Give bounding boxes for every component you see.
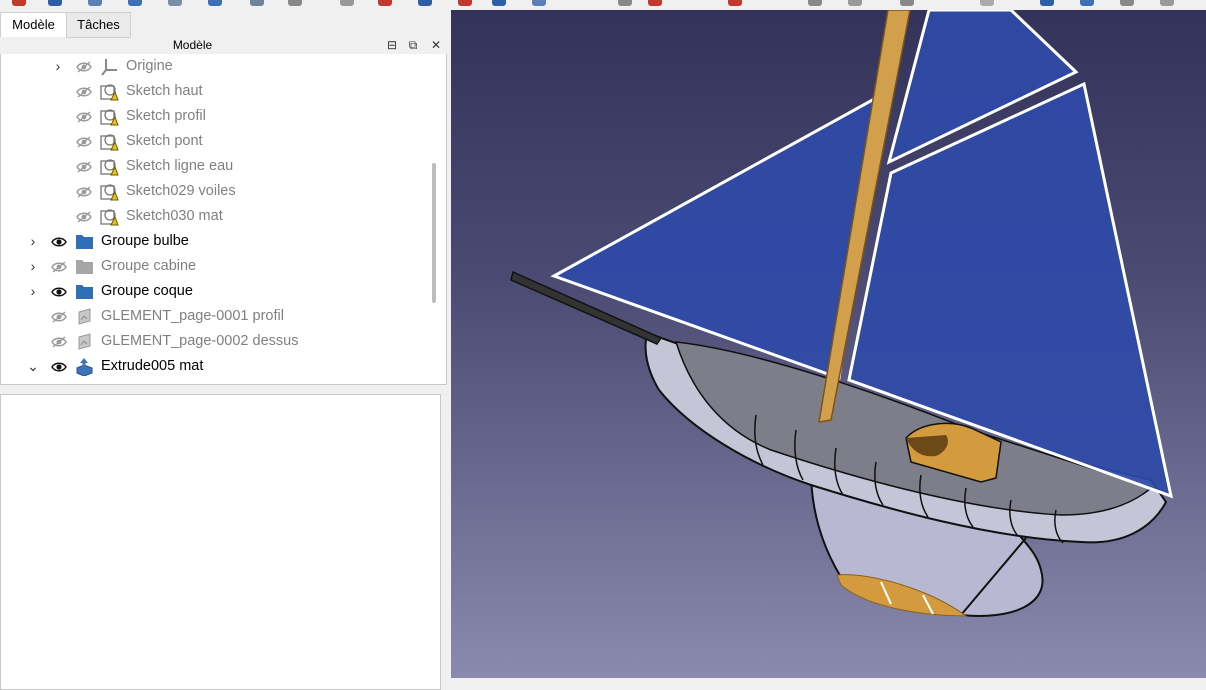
folder-icon xyxy=(75,232,94,251)
property-panel xyxy=(0,394,441,690)
tree-item[interactable]: Sketch ligne eau xyxy=(1,154,431,179)
sketch-icon xyxy=(100,157,119,176)
toolbar-button[interactable] xyxy=(418,0,432,6)
sketch-icon xyxy=(100,207,119,226)
collapse-chevron-icon[interactable]: ⌄ xyxy=(26,354,40,379)
toolbar-button[interactable] xyxy=(980,0,994,6)
tree-item[interactable]: Sketch029 voiles xyxy=(1,179,431,204)
toolbar-button[interactable] xyxy=(1120,0,1134,6)
toolbar-button[interactable] xyxy=(532,0,546,6)
hidden-eye-icon[interactable] xyxy=(51,335,67,348)
toolbar-button[interactable] xyxy=(728,0,742,6)
tree-item[interactable]: › Groupe cabine xyxy=(1,254,431,279)
tree-panel-header: Modèle ⊟ ⧉ ✕ xyxy=(0,36,445,54)
extrude-icon xyxy=(75,357,94,377)
hidden-eye-icon[interactable] xyxy=(76,85,92,98)
sailboat-model xyxy=(510,8,1174,617)
hidden-eye-icon[interactable] xyxy=(51,260,67,273)
folder-icon xyxy=(75,282,94,301)
tree-item[interactable]: › Groupe bulbe xyxy=(1,229,431,254)
tree-item-label: Sketch030 mat xyxy=(126,208,223,224)
toolbar-button[interactable] xyxy=(48,0,62,6)
3d-viewport[interactable] xyxy=(451,8,1206,678)
toolbar-button[interactable] xyxy=(492,0,506,6)
toolbar-button[interactable] xyxy=(848,0,862,6)
tree-item-label: Groupe coque xyxy=(101,283,193,299)
toolbar-button[interactable] xyxy=(168,0,182,6)
sketch-icon xyxy=(100,132,119,151)
tab-tasks[interactable]: Tâches xyxy=(66,12,131,38)
visibility-eye-icon[interactable] xyxy=(51,285,67,297)
restore-panel-button[interactable]: ⧉ xyxy=(404,36,422,54)
tree-item[interactable]: Sketch profil xyxy=(1,104,431,129)
toolbar-button[interactable] xyxy=(128,0,142,6)
toolbar-button[interactable] xyxy=(288,0,302,6)
tree-item-label: GLEMENT_page-0002 dessus xyxy=(101,333,299,349)
expand-chevron-icon[interactable]: › xyxy=(51,54,65,79)
toolbar-button[interactable] xyxy=(648,0,662,6)
toolbar-strip xyxy=(0,0,1206,10)
float-panel-button[interactable]: ⊟ xyxy=(383,36,401,54)
tree-item[interactable]: ⌄ Extrude005 mat xyxy=(1,354,431,379)
toolbar-button[interactable] xyxy=(900,0,914,6)
tree-item[interactable]: › Groupe coque xyxy=(1,279,431,304)
tree-item-label: Groupe bulbe xyxy=(101,233,189,249)
tree-item[interactable]: Sketch haut xyxy=(1,79,431,104)
hidden-eye-icon[interactable] xyxy=(76,60,92,73)
toolbar-button[interactable] xyxy=(340,0,354,6)
hidden-eye-icon[interactable] xyxy=(76,110,92,123)
tree-item[interactable]: Sketch030 mat xyxy=(1,204,431,229)
tree-item-label: Origine xyxy=(126,58,173,74)
tab-model[interactable]: Modèle xyxy=(0,12,67,37)
image-plane-icon xyxy=(75,307,94,326)
toolbar-button[interactable] xyxy=(458,0,472,6)
sketch-icon xyxy=(100,182,119,201)
visibility-eye-icon[interactable] xyxy=(51,360,67,372)
tree-item-label: Extrude005 mat xyxy=(101,358,204,374)
expand-chevron-icon[interactable]: › xyxy=(26,229,40,254)
image-plane-icon xyxy=(75,332,94,351)
model-tree[interactable]: › Origine Sketch haut Sketch profil Sketch p… xyxy=(0,54,447,385)
toolbar-button[interactable] xyxy=(12,0,26,6)
tree-item-label: Groupe cabine xyxy=(101,258,197,274)
toolbar-button[interactable] xyxy=(88,0,102,6)
combo-view-panel: Modèle Tâches Modèle ⊟ ⧉ ✕ › Origine Sketc… xyxy=(0,10,451,690)
hidden-eye-icon[interactable] xyxy=(76,185,92,198)
tree-item[interactable]: Sketch pont xyxy=(1,129,431,154)
origin-axes-icon xyxy=(100,57,119,76)
tree-item-label: Sketch pont xyxy=(126,133,203,149)
tree-item[interactable]: GLEMENT_page-0002 dessus xyxy=(1,329,431,354)
hidden-eye-icon[interactable] xyxy=(51,310,67,323)
toolbar-button[interactable] xyxy=(1040,0,1054,6)
toolbar-button[interactable] xyxy=(208,0,222,6)
toolbar-button[interactable] xyxy=(378,0,392,6)
visibility-eye-icon[interactable] xyxy=(51,235,67,247)
scrollbar-thumb[interactable] xyxy=(432,163,436,303)
toolbar-button[interactable] xyxy=(618,0,632,6)
toolbar-button[interactable] xyxy=(1160,0,1174,6)
tree-item-label: Sketch profil xyxy=(126,108,206,124)
expand-chevron-icon[interactable]: › xyxy=(26,279,40,304)
expand-chevron-icon[interactable]: › xyxy=(26,254,40,279)
tree-item[interactable]: GLEMENT_page-0001 profil xyxy=(1,304,431,329)
tree-item-label: Sketch haut xyxy=(126,83,203,99)
sketch-icon xyxy=(100,107,119,126)
folder-icon xyxy=(75,257,94,276)
toolbar-button[interactable] xyxy=(1080,0,1094,6)
sketch-icon xyxy=(100,82,119,101)
tree-item-label: Sketch ligne eau xyxy=(126,158,234,174)
tree-item-label: GLEMENT_page-0001 profil xyxy=(101,308,284,324)
toolbar-button[interactable] xyxy=(808,0,822,6)
hidden-eye-icon[interactable] xyxy=(76,135,92,148)
panel-title: Modèle xyxy=(172,38,213,52)
toolbar-button[interactable] xyxy=(250,0,264,6)
tree-item[interactable]: › Origine xyxy=(1,54,431,79)
tree-scrollbar[interactable] xyxy=(432,54,438,384)
hidden-eye-icon[interactable] xyxy=(76,210,92,223)
tree-item-label: Sketch029 voiles xyxy=(126,183,236,199)
jib-sail xyxy=(550,95,878,381)
hidden-eye-icon[interactable] xyxy=(76,160,92,173)
close-panel-button[interactable]: ✕ xyxy=(427,36,445,54)
